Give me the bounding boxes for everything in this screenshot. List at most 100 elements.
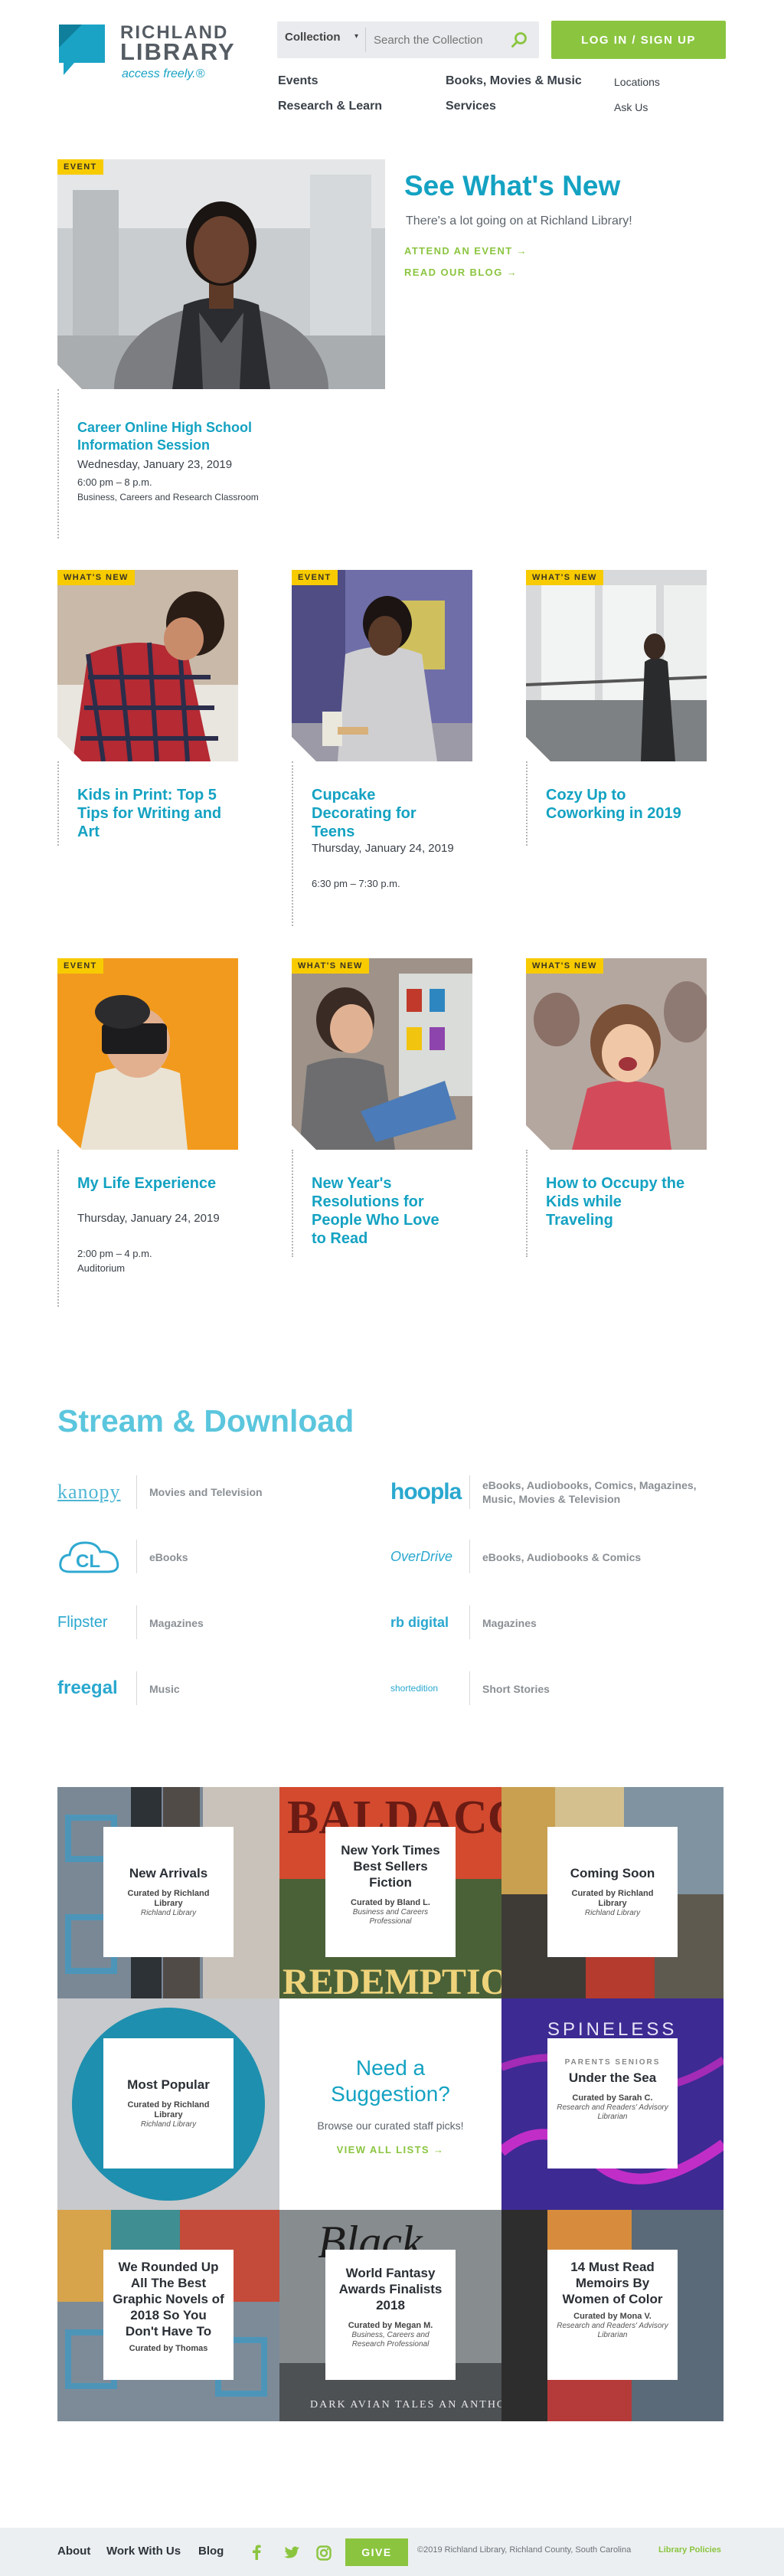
list-card: New York Times Best Sellers Fiction Cura… [325, 1827, 456, 1957]
read-blog-link[interactable]: READ OUR BLOG → [404, 267, 518, 278]
site-header: RICHLAND LIBRARY access freely.® Collect… [0, 0, 784, 130]
tile-coming-soon[interactable]: Coming Soon Curated by Richland Library … [501, 1787, 724, 1998]
footer-about-link[interactable]: About [57, 2545, 90, 2558]
card-image-kids-in-print[interactable] [57, 570, 238, 761]
card-divider [292, 1150, 293, 1257]
instagram-icon[interactable] [316, 2545, 332, 2561]
site-footer: About Work With Us Blog GIVE ©2019 Richl… [0, 2528, 784, 2576]
rbdigital-description: Magazines [482, 1617, 537, 1629]
list-curator-role: Research and Readers' Advisory Librarian [557, 2322, 668, 2339]
event-badge: EVENT [292, 570, 338, 585]
tile-world-fantasy[interactable]: Black DARK AVIAN TALES AN ANTHOLOGY Worl… [279, 2210, 501, 2421]
give-button[interactable]: GIVE [345, 2538, 408, 2566]
cloud-library-icon: CL [59, 1541, 119, 1573]
richland-library-logo[interactable]: RICHLAND LIBRARY access freely.® [57, 20, 249, 85]
card-title-my-life[interactable]: My Life Experience [77, 1174, 223, 1193]
kanopy-logo[interactable]: kanopy [57, 1473, 134, 1511]
search-scope-select[interactable]: Collection [285, 31, 341, 44]
short-edition-logo[interactable]: shortedition [390, 1669, 467, 1707]
cloud-library-description: eBooks [149, 1551, 188, 1563]
spineless-text: SPINELESS [547, 2019, 677, 2040]
overdrive-description: eBooks, Audiobooks & Comics [482, 1551, 642, 1563]
card-divider [526, 761, 528, 846]
flipster-logo-text: Flipster [57, 1613, 108, 1631]
list-title: New Arrivals [129, 1866, 208, 1880]
tile-memoirs[interactable]: 14 Must Read Memoirs By Women of Color C… [501, 2210, 724, 2421]
tile-new-arrivals[interactable]: New Arrivals Curated by Richland Library… [57, 1787, 279, 1998]
logo-name-line2: LIBRARY [120, 38, 236, 65]
nav-ask-us[interactable]: Ask Us [614, 101, 648, 113]
footer-work-with-us-link[interactable]: Work With Us [106, 2545, 181, 2558]
card-title-coworking[interactable]: Cozy Up to Coworking in 2019 [546, 786, 691, 823]
nav-services[interactable]: Services [446, 100, 496, 113]
search-input[interactable] [365, 28, 503, 52]
kanopy-description: Movies and Television [149, 1486, 263, 1498]
cloud-library-logo[interactable]: CL [57, 1537, 134, 1576]
card-image-coworking[interactable] [526, 570, 707, 761]
card-image-my-life-experience[interactable] [57, 958, 238, 1150]
list-card: Most Popular Curated by Richland Library… [103, 2038, 234, 2168]
list-title: Most Popular [127, 2077, 210, 2092]
list-card: World Fantasy Awards Finalists 2018 Cura… [325, 2250, 456, 2380]
hoopla-logo[interactable]: hoopla [390, 1473, 467, 1511]
list-curator-role: Business and Careers Professional [352, 1908, 429, 1926]
search-button[interactable] [505, 26, 533, 54]
twitter-icon[interactable] [283, 2546, 300, 2560]
list-curator: Curated by Sarah C. [572, 2093, 653, 2103]
stream-download-heading: Stream & Download [57, 1403, 354, 1439]
card-divider [57, 761, 59, 846]
card-image-cupcake-decorating[interactable] [292, 570, 472, 761]
whats-new-badge: WHAT'S NEW [526, 958, 603, 974]
whats-new-heading: See What's New [404, 170, 621, 201]
footer-blog-link[interactable]: Blog [198, 2545, 224, 2558]
woman-portrait-photo [57, 159, 385, 389]
card-image-occupy-kids[interactable] [526, 958, 707, 1150]
card-title-resolutions[interactable]: New Year's Resolutions for People Who Lo… [312, 1174, 457, 1248]
list-audience: PARENTS SENIORS [564, 2058, 661, 2067]
rbdigital-logo[interactable]: rb digital [390, 1603, 467, 1642]
card-image-resolutions[interactable] [292, 958, 472, 1150]
redemption-text: REDEMPTION [283, 1962, 501, 1998]
tile-under-the-sea[interactable]: SPINELESS PARENTS SENIORS Under the Sea … [501, 1998, 724, 2210]
list-curator-role: Richland Library [140, 2120, 197, 2129]
tile-most-popular[interactable]: Most Popular Curated by Richland Library… [57, 1998, 279, 2210]
suggestion-subtitle: Browse our curated staff picks! [317, 2119, 464, 2132]
flipster-logo[interactable]: Flipster [57, 1603, 134, 1642]
service-divider [469, 1540, 470, 1573]
laughing-girl-photo [526, 958, 707, 1150]
overdrive-logo[interactable]: OverDrive [390, 1537, 467, 1576]
coworking-window-photo [526, 570, 707, 761]
freegal-logo[interactable]: freegal [57, 1669, 134, 1707]
short-edition-description: Short Stories [482, 1683, 550, 1695]
nav-research-learn[interactable]: Research & Learn [278, 100, 382, 113]
tile-nyt-best-sellers[interactable]: BALDACCI REDEMPTION New York Times Best … [279, 1787, 501, 1998]
card-divider [57, 1150, 59, 1307]
nav-locations[interactable]: Locations [614, 76, 660, 88]
nav-books-movies-music[interactable]: Books, Movies & Music [446, 74, 582, 88]
attend-event-link[interactable]: ATTEND AN EVENT → [404, 245, 528, 257]
tile-graphic-novels[interactable]: We Rounded Up All The Best Graphic Novel… [57, 2210, 279, 2421]
feature-event-title[interactable]: Career Online High School Information Se… [77, 419, 330, 454]
fairy-tales-cover-text: DARK AVIAN TALES AN ANTHOLOGY [310, 2399, 501, 2411]
view-all-lists-link[interactable]: VIEW ALL LISTS → [325, 2144, 456, 2155]
event-badge: EVENT [57, 958, 103, 974]
chevron-down-icon[interactable]: ▾ [354, 32, 358, 41]
facebook-icon[interactable] [252, 2545, 261, 2560]
list-title: World Fantasy Awards Finalists 2018 [338, 2266, 443, 2313]
nav-events[interactable]: Events [278, 74, 318, 88]
card-title-kids-in-print[interactable]: Kids in Print: Top 5 Tips for Writing an… [77, 786, 223, 841]
logo-tagline: access freely.® [122, 67, 205, 80]
short-edition-logo-text: shortedition [390, 1683, 439, 1694]
search-bar: Collection ▾ [277, 21, 539, 58]
library-logo-icon [59, 25, 105, 75]
card-title-cupcake[interactable]: Cupcake Decorating for Teens [312, 786, 457, 841]
library-policies-link[interactable]: Library Policies [658, 2545, 721, 2555]
feature-event-image[interactable] [57, 159, 385, 389]
card-time-cupcake: 6:30 pm – 7:30 p.m. [312, 878, 400, 889]
card-time-my-life: 2:00 pm – 4 p.m. [77, 1248, 152, 1259]
card-title-occupy-kids[interactable]: How to Occupy the Kids while Traveling [546, 1174, 691, 1229]
service-divider [469, 1475, 470, 1509]
login-signup-button[interactable]: LOG IN / SIGN UP [551, 21, 726, 59]
list-curator-role: Richland Library [584, 1909, 641, 1917]
freegal-logo-text: freegal [57, 1678, 118, 1698]
